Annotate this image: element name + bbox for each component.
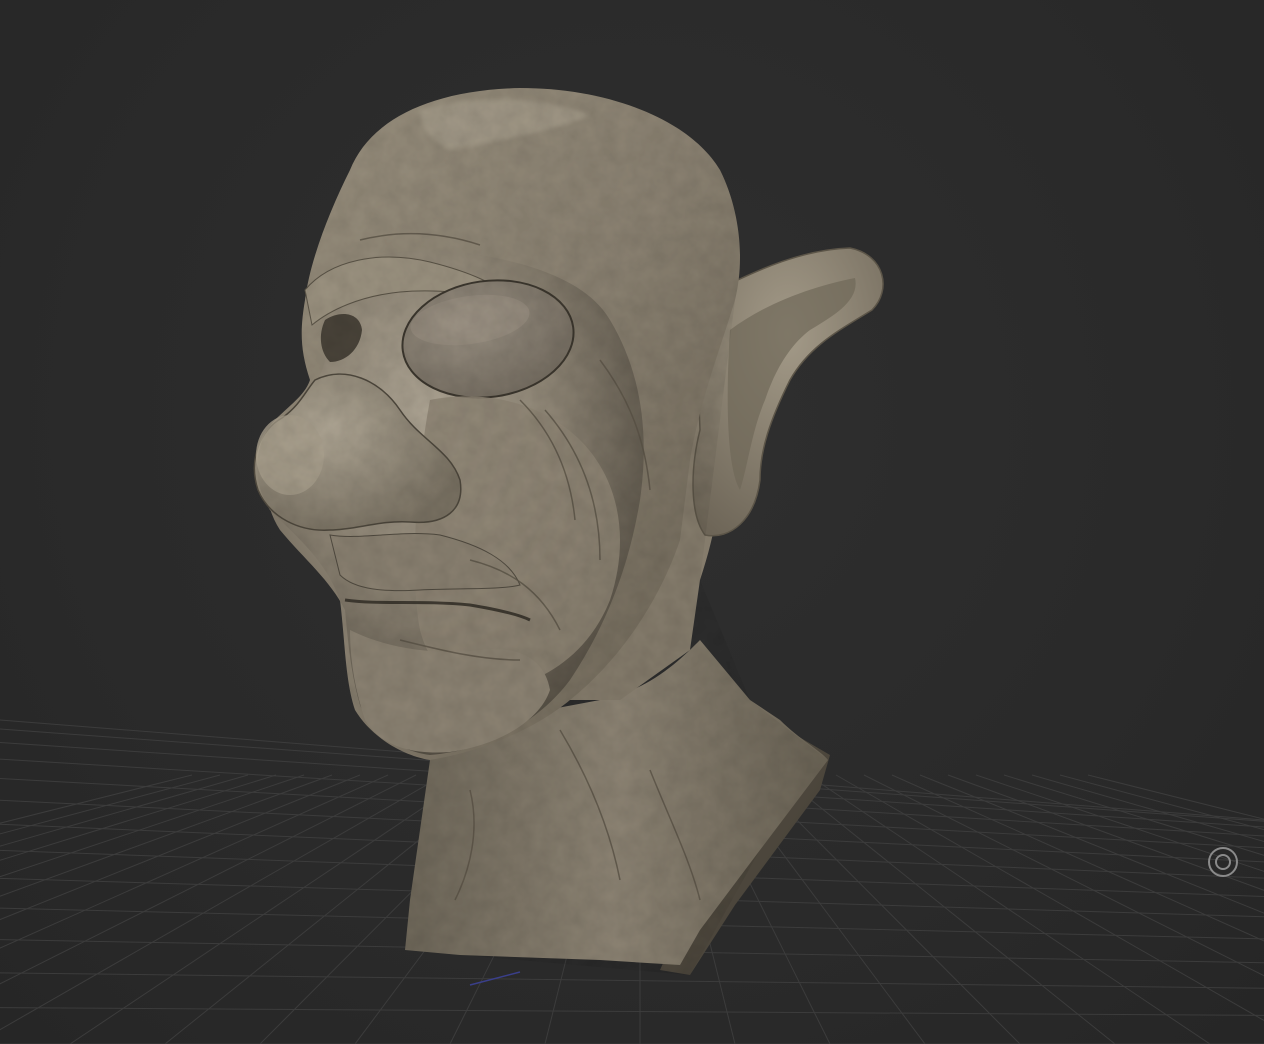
sculpted-head-model[interactable]	[253, 88, 884, 975]
grid-line	[1031, 774, 1264, 843]
grid-line	[947, 774, 1264, 891]
3d-viewport[interactable]	[0, 0, 1264, 1044]
surface-texture	[257, 88, 828, 975]
orbit-target-button[interactable]	[1206, 845, 1240, 879]
grid-line	[0, 774, 193, 824]
viewport-canvas[interactable]	[0, 0, 1264, 1044]
orbit-target-icon	[1208, 847, 1238, 877]
grid-line	[1003, 774, 1264, 856]
grid-line	[807, 774, 1211, 1044]
grid-line	[0, 972, 1264, 989]
grid-line	[779, 774, 1116, 1044]
